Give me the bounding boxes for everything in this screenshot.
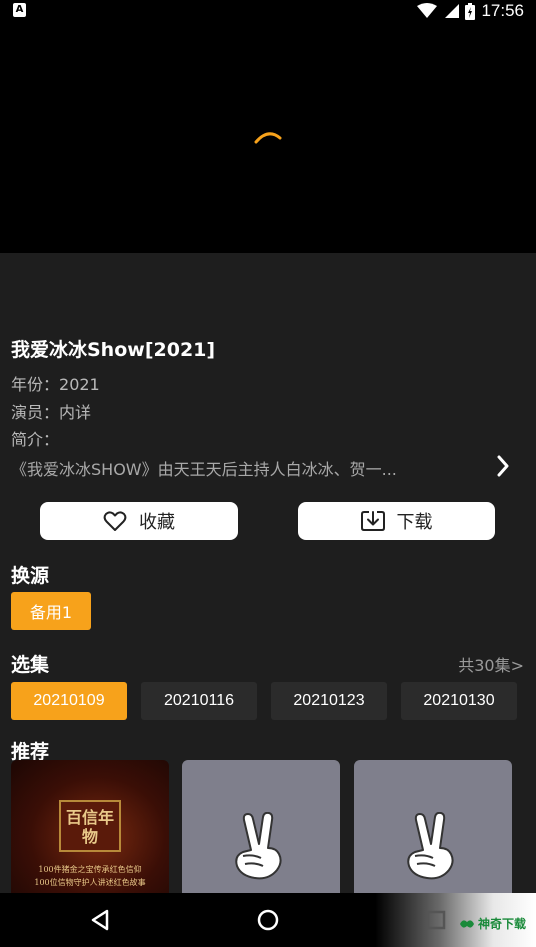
system-icons: 17:56 xyxy=(417,0,524,22)
episode-chip[interactable]: 20210123 xyxy=(271,682,387,720)
favorite-button[interactable]: 收藏 xyxy=(40,502,238,540)
episodes-section-title: 选集 xyxy=(11,654,50,676)
notification-a-icon: A xyxy=(13,3,26,17)
recommend-card[interactable] xyxy=(182,760,340,900)
download-button[interactable]: 下载 xyxy=(298,502,495,540)
heart-icon xyxy=(103,511,127,531)
source-section-title: 换源 xyxy=(11,565,50,587)
player-spacer xyxy=(0,253,536,313)
poster-badge-text: 百信年物 xyxy=(65,808,114,846)
loading-spinner-icon xyxy=(254,132,282,144)
cast-label: 演员： xyxy=(11,403,60,422)
description-text[interactable]: 《我爱冰冰SHOW》由天王天后主持人白冰冰、贺一... xyxy=(11,456,441,480)
back-button[interactable] xyxy=(80,893,120,947)
video-title: 我爱冰冰Show[2021] xyxy=(11,339,216,361)
navigation-bar xyxy=(0,893,536,947)
video-player[interactable] xyxy=(0,22,536,253)
back-triangle-icon xyxy=(91,909,109,931)
poster-emblem: 百信年物 xyxy=(59,800,121,852)
episode-chip[interactable]: 20210116 xyxy=(141,682,257,720)
favorite-label: 收藏 xyxy=(139,512,175,533)
recommend-card[interactable]: 百信年物 100件猪金之宝传承红色信仰 100位信物守护人讲述红色故事 xyxy=(11,760,169,900)
wifi-icon xyxy=(417,3,438,18)
cast-row: 演员：内详 xyxy=(11,399,91,423)
source-chip[interactable]: 备用1 xyxy=(11,592,91,630)
intro-label: 简介： xyxy=(11,430,60,449)
download-icon xyxy=(360,511,385,531)
home-button[interactable] xyxy=(248,893,288,947)
status-time: 17:56 xyxy=(481,1,524,20)
placeholder-peace-hand-icon xyxy=(235,812,282,880)
year-label: 年份： xyxy=(11,375,60,394)
watermark: 神奇下载 xyxy=(459,915,526,932)
episode-total-link[interactable]: 共30集> xyxy=(458,652,524,676)
poster-caption-line2: 100位信物守护人讲述红色故事 xyxy=(34,878,146,887)
status-bar: A 17:56 xyxy=(0,0,536,22)
episode-chip[interactable]: 20210109 xyxy=(11,682,127,720)
placeholder-peace-hand-icon xyxy=(407,812,454,880)
watermark-logo-icon xyxy=(459,919,474,928)
year-row: 年份：2021 xyxy=(11,371,100,395)
chevron-right-icon[interactable] xyxy=(496,454,510,478)
recents-square-icon xyxy=(426,910,446,930)
home-circle-icon xyxy=(257,909,279,931)
cast-value: 内详 xyxy=(59,403,92,422)
recents-button[interactable] xyxy=(416,893,456,947)
watermark-text: 神奇下载 xyxy=(477,917,526,931)
recommend-card[interactable] xyxy=(354,760,512,900)
poster-caption-line1: 100件猪金之宝传承红色信仰 xyxy=(38,865,142,874)
year-value: 2021 xyxy=(59,375,100,394)
cell-signal-icon xyxy=(445,4,460,18)
episode-chip[interactable]: 20210130 xyxy=(401,682,517,720)
battery-icon xyxy=(465,2,476,20)
download-label: 下载 xyxy=(396,512,433,533)
